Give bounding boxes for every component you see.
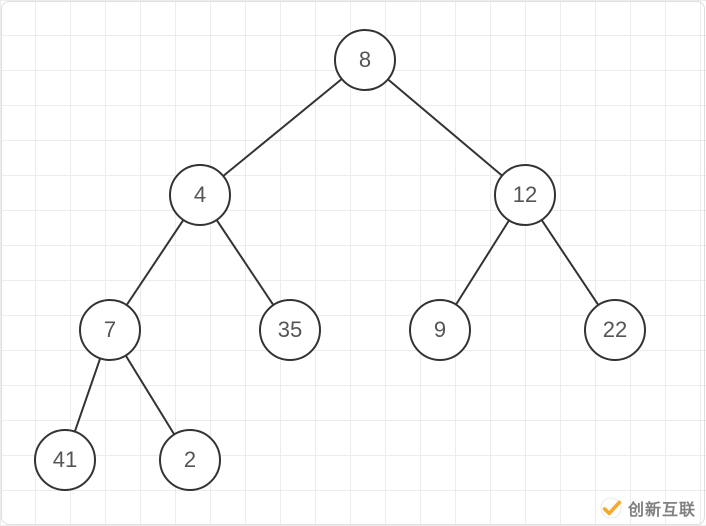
watermark: 创新互联: [600, 496, 696, 520]
tree-edge: [126, 356, 174, 433]
tree-edge: [224, 80, 341, 176]
tree-node-value: 41: [53, 447, 77, 473]
tree-node-value: 22: [603, 317, 627, 343]
tree-edge: [457, 221, 509, 304]
tree-node-7: 7: [79, 299, 141, 361]
orange-check-logo-icon: [600, 497, 622, 519]
diagram-canvas: 8 4 12 7 35 9 22 41 2 创新互联: [0, 0, 706, 526]
tree-node-root: 8: [334, 29, 396, 91]
tree-edge: [217, 221, 273, 304]
tree-node-value: 12: [513, 182, 537, 208]
tree-node-value: 7: [104, 317, 116, 343]
tree-node-4: 4: [169, 164, 231, 226]
tree-node-41: 41: [34, 429, 96, 491]
tree-node-12: 12: [494, 164, 556, 226]
watermark-text: 创新互联: [628, 496, 696, 520]
tree-node-value: 8: [359, 47, 371, 73]
tree-edge: [542, 221, 598, 304]
tree-node-9: 9: [409, 299, 471, 361]
tree-node-2: 2: [159, 429, 221, 491]
tree-edge: [127, 221, 183, 304]
tree-node-22: 22: [584, 299, 646, 361]
tree-edge: [389, 80, 502, 175]
tree-edge: [75, 359, 100, 430]
tree-node-35: 35: [259, 299, 321, 361]
tree-node-value: 35: [278, 317, 302, 343]
tree-node-value: 9: [434, 317, 446, 343]
tree-node-value: 2: [184, 447, 196, 473]
tree-node-value: 4: [194, 182, 206, 208]
